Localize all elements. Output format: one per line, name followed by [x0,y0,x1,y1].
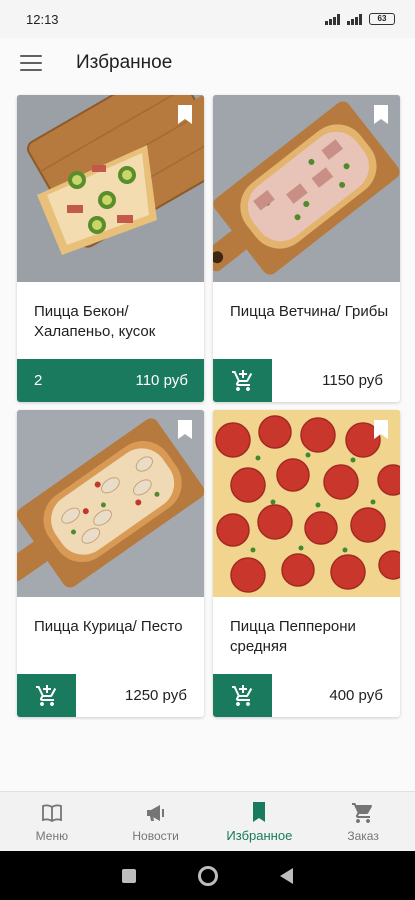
add-cart-icon [35,684,56,706]
nav-label: Избранное [226,828,293,843]
bottom-navigation: Меню Новости Избранное Заказ [0,791,415,851]
product-footer: 1150 руб [213,359,400,402]
signal-icon [325,13,341,25]
add-cart-icon [231,684,252,706]
cart-quantity-bar[interactable]: 2 110 руб [17,359,204,402]
battery-icon: 63 [369,13,395,25]
product-footer: 2 110 руб [17,359,204,402]
product-price: 110 руб [135,372,188,389]
product-name: Пицца Бекон/ Халапеньо, кусок [34,303,156,340]
product-card[interactable]: Пицца Курица/ Песто 1250 руб [17,410,204,717]
status-icons: 63 [325,13,395,25]
add-to-cart-button[interactable] [17,674,76,717]
product-card[interactable]: Пицца Ветчина/ Грибы 1150 руб [213,95,400,402]
product-name: Пицца Пепперони средняя [230,618,356,655]
favorites-grid: Пицца Бекон/ Халапеньо, кусок 2 110 руб [17,95,400,717]
product-image [213,95,400,282]
recent-apps-icon[interactable] [122,868,136,883]
signal-icon [347,13,363,25]
product-footer: 400 руб [213,674,400,717]
product-price: 1150 руб [322,372,383,389]
product-image [17,410,204,597]
status-bar: 12:13 63 [0,0,415,38]
nav-item-order[interactable]: Заказ [311,792,415,851]
add-to-cart-button[interactable] [213,359,272,402]
nav-label: Заказ [347,828,379,843]
book-icon [41,803,62,822]
page-title: Избранное [76,52,173,73]
bookmark-icon [253,802,266,822]
status-time: 12:13 [26,11,59,27]
cart-icon [352,802,373,823]
home-icon[interactable] [198,865,218,886]
product-image [213,410,400,597]
product-image [17,95,204,282]
app-bar: Избранное [0,38,415,88]
product-card[interactable]: Пицца Пепперони средняя 400 руб [213,410,400,717]
product-card[interactable]: Пицца Бекон/ Халапеньо, кусок 2 110 руб [17,95,204,402]
product-name: Пицца Курица/ Песто [34,618,183,635]
product-footer: 1250 руб [17,674,204,717]
product-price: 400 руб [329,687,383,704]
add-to-cart-button[interactable] [213,674,272,717]
hamburger-menu-icon[interactable] [20,55,42,71]
back-icon[interactable] [280,867,293,884]
nav-item-news[interactable]: Новости [104,792,208,851]
add-cart-icon [231,369,252,391]
nav-item-menu[interactable]: Меню [0,792,104,851]
cart-quantity: 2 [34,372,43,389]
system-navigation-bar [0,851,415,900]
nav-label: Новости [132,828,179,843]
nav-label: Меню [35,828,69,843]
megaphone-icon [146,804,164,821]
nav-item-favorites[interactable]: Избранное [208,792,312,851]
product-price: 1250 руб [125,687,187,704]
product-name: Пицца Ветчина/ Грибы [230,303,389,320]
